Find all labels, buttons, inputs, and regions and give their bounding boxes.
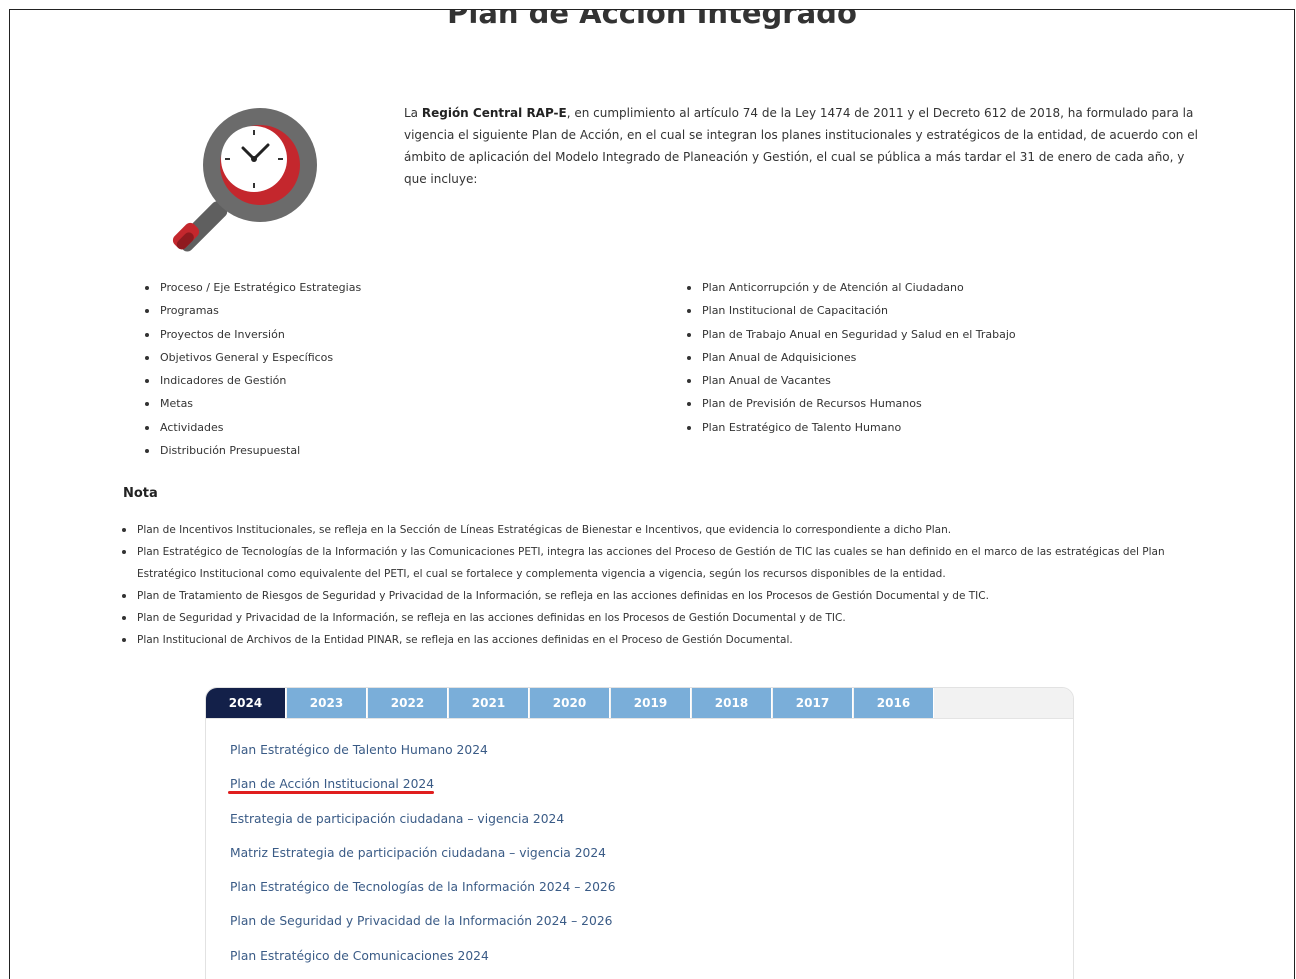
- tab-2023[interactable]: 2023: [287, 688, 367, 718]
- list-item: Plan Estratégico de Talento Humano: [685, 416, 1185, 439]
- page-title: Plan de Acción Integrado: [447, 9, 857, 30]
- tab-2019[interactable]: 2019: [611, 688, 691, 718]
- document-link-highlighted[interactable]: Plan de Acción Institucional 2024: [230, 777, 434, 791]
- tab-2020[interactable]: 2020: [530, 688, 610, 718]
- tab-2022[interactable]: 2022: [368, 688, 448, 718]
- list-item: Plan Institucional de Capacitación: [685, 299, 1185, 322]
- list-item: Plan de Trabajo Anual en Seguridad y Sal…: [685, 323, 1185, 346]
- document-link[interactable]: Plan de Seguridad y Privacidad de la Inf…: [230, 914, 612, 928]
- nota-item: Plan de Incentivos Institucionales, se r…: [118, 519, 1208, 541]
- list-item: Metas: [143, 392, 643, 415]
- org-name: Región Central RAP-E: [421, 106, 567, 120]
- document-link[interactable]: Plan Estratégico de Tecnologías de la In…: [230, 880, 616, 894]
- year-tabs-panel: 2024 2023 2022 2021 2020 2019 2018 2017 …: [205, 687, 1074, 979]
- document-link[interactable]: Plan Estratégico de Talento Humano 2024: [230, 743, 488, 757]
- nota-heading: Nota: [123, 486, 158, 501]
- tab-2024[interactable]: 2024: [206, 688, 286, 718]
- red-underline-annotation: [228, 791, 434, 794]
- list-item: Proyectos de Inversión: [143, 323, 643, 346]
- document-link[interactable]: Matriz Estrategia de participación ciuda…: [230, 846, 606, 860]
- page-frame: Plan de Acción Integrado La Región Centr…: [9, 9, 1295, 979]
- year-tab-bar: 2024 2023 2022 2021 2020 2019 2018 2017 …: [206, 688, 1073, 719]
- intro-paragraph: La Región Central RAP-E, en cumplimiento…: [404, 106, 1198, 186]
- list-item: Proceso / Eje Estratégico Estrategias: [143, 276, 643, 299]
- list-item: Plan de Previsión de Recursos Humanos: [685, 392, 1185, 415]
- nota-item: Plan Institucional de Archivos de la Ent…: [118, 629, 1208, 651]
- nota-item: Plan de Seguridad y Privacidad de la Inf…: [118, 607, 1208, 629]
- magnifier-clock-icon: [172, 108, 317, 252]
- document-link[interactable]: Plan Estratégico de Comunicaciones 2024: [230, 949, 489, 963]
- tab-2017[interactable]: 2017: [773, 688, 853, 718]
- list-item: Actividades: [143, 416, 643, 439]
- plan-components-list: Proceso / Eje Estratégico Estrategias Pr…: [143, 276, 643, 462]
- tab-2018[interactable]: 2018: [692, 688, 772, 718]
- list-item: Plan Anticorrupción y de Atención al Ciu…: [685, 276, 1185, 299]
- list-item: Distribución Presupuestal: [143, 439, 643, 462]
- list-item: Programas: [143, 299, 643, 322]
- nota-list: Plan de Incentivos Institucionales, se r…: [118, 519, 1208, 651]
- document-link[interactable]: Estrategia de participación ciudadana – …: [230, 812, 564, 826]
- list-item: Indicadores de Gestión: [143, 369, 643, 392]
- list-item: Objetivos General y Específicos: [143, 346, 643, 369]
- list-item: Plan Anual de Adquisiciones: [685, 346, 1185, 369]
- list-item: Plan Anual de Vacantes: [685, 369, 1185, 392]
- tab-2016[interactable]: 2016: [854, 688, 934, 718]
- institutional-plans-list: Plan Anticorrupción y de Atención al Ciu…: [685, 276, 1185, 439]
- tab-2021[interactable]: 2021: [449, 688, 529, 718]
- nota-item: Plan Estratégico de Tecnologías de la In…: [118, 541, 1208, 585]
- nota-item: Plan de Tratamiento de Riesgos de Seguri…: [118, 585, 1208, 607]
